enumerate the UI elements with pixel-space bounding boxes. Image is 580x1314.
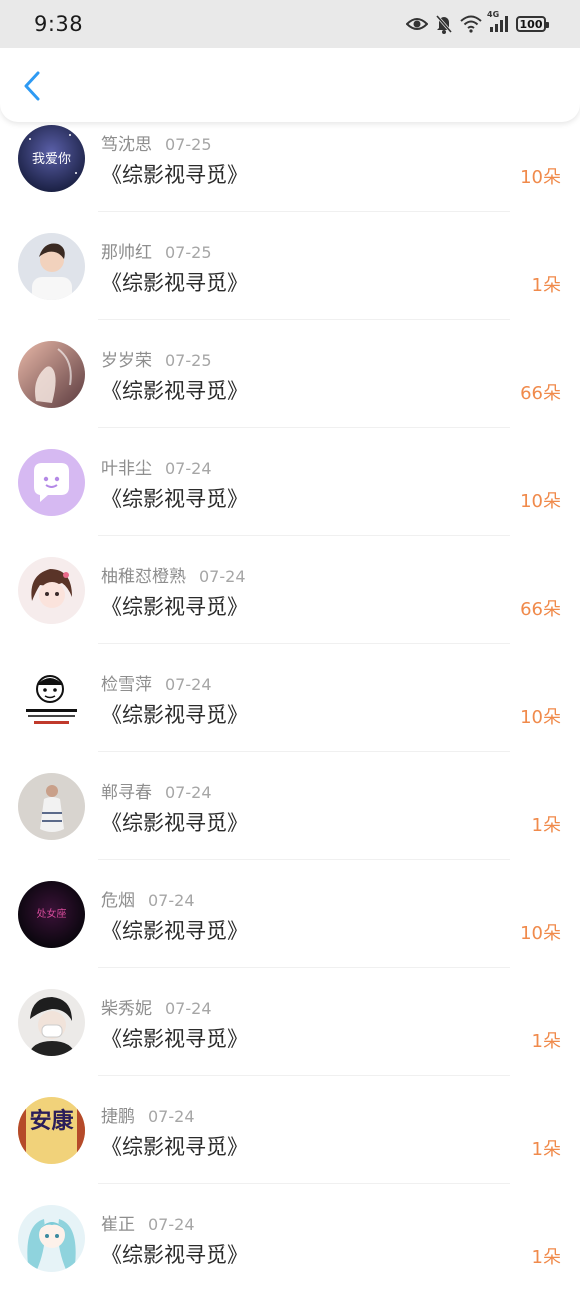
- divider: [98, 319, 510, 320]
- gift-date: 07-25: [165, 351, 212, 370]
- sender-name: 柴秀妮: [101, 999, 152, 1019]
- avatar[interactable]: 我爱你: [18, 125, 85, 192]
- gift-date: 07-24: [148, 1107, 195, 1126]
- avatar[interactable]: 处女座: [18, 881, 85, 948]
- gift-row[interactable]: 柚稚怼橙熟 07-24 《综影视寻觅》 66朵: [0, 557, 580, 666]
- divider: [98, 535, 510, 536]
- avatar[interactable]: 安康: [18, 1097, 85, 1164]
- flower-count: 66朵: [520, 599, 561, 620]
- gift-row[interactable]: 那帅红 07-25 《综影视寻觅》 1朵: [0, 233, 580, 342]
- chevron-left-icon: [23, 71, 41, 105]
- gift-date: 07-24: [165, 459, 212, 478]
- sender-name: 崔正: [101, 1215, 135, 1235]
- divider: [98, 967, 510, 968]
- avatar[interactable]: [18, 341, 85, 408]
- gift-date: 07-24: [165, 675, 212, 694]
- sender-name: 笃沈思: [101, 135, 152, 155]
- flower-count: 1朵: [531, 1247, 561, 1268]
- book-title[interactable]: 《综影视寻觅》: [101, 591, 248, 621]
- book-title[interactable]: 《综影视寻觅》: [101, 483, 248, 513]
- flower-count: 10朵: [520, 707, 561, 728]
- signal-icon: 4G: [487, 10, 509, 32]
- gift-row[interactable]: 岁岁荣 07-25 《综影视寻觅》 66朵: [0, 341, 580, 450]
- avatar[interactable]: [18, 449, 85, 516]
- avatar-art-text: 我爱你: [32, 152, 71, 167]
- avatar[interactable]: [18, 773, 85, 840]
- gift-row[interactable]: 崔正 07-24 《综影视寻觅》 1朵: [0, 1205, 580, 1314]
- flower-count: 10朵: [520, 167, 561, 188]
- gift-date: 07-25: [165, 135, 212, 154]
- book-title[interactable]: 《综影视寻觅》: [101, 1239, 248, 1269]
- gift-date: 07-24: [148, 891, 195, 910]
- gift-date: 07-24: [165, 999, 212, 1018]
- avatar[interactable]: [18, 233, 85, 300]
- status-time: 9:38: [34, 12, 84, 36]
- gift-date: 07-24: [199, 567, 246, 586]
- status-icons: 4G 100: [406, 10, 549, 34]
- flower-count: 1朵: [531, 815, 561, 836]
- battery-level: 100: [519, 17, 543, 31]
- avatar[interactable]: [18, 665, 85, 732]
- divider: [98, 859, 510, 860]
- divider: [98, 427, 510, 428]
- wifi-icon: [460, 15, 482, 33]
- gift-date: 07-24: [165, 783, 212, 802]
- divider: [98, 1075, 510, 1076]
- gift-row[interactable]: 处女座 危烟 07-24 《综影视寻觅》 10朵: [0, 881, 580, 990]
- gift-row[interactable]: 检雪萍 07-24 《综影视寻觅》 10朵: [0, 665, 580, 774]
- flower-count: 1朵: [531, 275, 561, 296]
- book-title[interactable]: 《综影视寻觅》: [101, 699, 248, 729]
- sender-name: 那帅红: [101, 243, 152, 263]
- book-title[interactable]: 《综影视寻觅》: [101, 1131, 248, 1161]
- book-title[interactable]: 《综影视寻觅》: [101, 159, 248, 189]
- sender-name: 捷鹏: [101, 1107, 135, 1127]
- flower-count: 66朵: [520, 383, 561, 404]
- flower-count: 10朵: [520, 923, 561, 944]
- book-title[interactable]: 《综影视寻觅》: [101, 807, 248, 837]
- book-title[interactable]: 《综影视寻觅》: [101, 1023, 248, 1053]
- divider: [98, 751, 510, 752]
- eye-icon: [406, 16, 428, 32]
- sender-name: 郸寻春: [101, 783, 152, 803]
- book-title[interactable]: 《综影视寻觅》: [101, 915, 248, 945]
- gift-row[interactable]: 我爱你 笃沈思 07-25 《综影视寻觅》 10朵: [0, 125, 580, 234]
- avatar-art-text: 处女座: [37, 907, 67, 920]
- gift-row[interactable]: 柴秀妮 07-24 《综影视寻觅》 1朵: [0, 989, 580, 1098]
- sender-name: 柚稚怼橙熟: [101, 567, 186, 587]
- gift-date: 07-25: [165, 243, 212, 262]
- avatar[interactable]: [18, 1205, 85, 1272]
- back-button[interactable]: [18, 70, 46, 106]
- sender-name: 叶非尘: [101, 459, 152, 479]
- divider: [98, 211, 510, 212]
- divider: [98, 643, 510, 644]
- sender-name: 危烟: [101, 891, 135, 911]
- battery-icon: 100: [516, 16, 549, 32]
- flower-count: 1朵: [531, 1031, 561, 1052]
- flower-count: 1朵: [531, 1139, 561, 1160]
- divider: [98, 1183, 510, 1184]
- top-bar: [0, 48, 580, 122]
- status-bar: 9:38 4G 100: [0, 0, 580, 48]
- sender-name: 检雪萍: [101, 675, 152, 695]
- avatar-art-text: 安康: [29, 1108, 74, 1134]
- network-type: 4G: [487, 10, 500, 19]
- book-title[interactable]: 《综影视寻觅》: [101, 267, 248, 297]
- book-title[interactable]: 《综影视寻觅》: [101, 375, 248, 405]
- avatar[interactable]: [18, 989, 85, 1056]
- gift-row[interactable]: 安康 捷鹏 07-24 《综影视寻觅》 1朵: [0, 1097, 580, 1206]
- avatar[interactable]: [18, 557, 85, 624]
- sender-name: 岁岁荣: [101, 351, 152, 371]
- bell-muted-icon: [435, 14, 453, 34]
- flower-count: 10朵: [520, 491, 561, 512]
- gift-row[interactable]: 郸寻春 07-24 《综影视寻觅》 1朵: [0, 773, 580, 882]
- gift-list: 我爱你 笃沈思 07-25 《综影视寻觅》 10朵 那帅红 07-25 《综影视寻觅…: [0, 0, 580, 1280]
- gift-row[interactable]: 叶非尘 07-24 《综影视寻觅》 10朵: [0, 449, 580, 558]
- gift-date: 07-24: [148, 1215, 195, 1234]
